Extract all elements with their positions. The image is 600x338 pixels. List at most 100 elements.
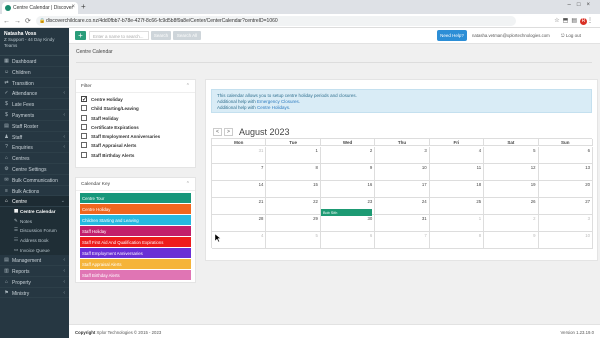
search-all-button[interactable]: Search All [173,31,201,40]
sidebar-item-staff-roster[interactable]: ▤ Staff Roster [0,121,69,132]
calendar-day-cell[interactable]: 7 [375,232,430,249]
new-tab-icon[interactable]: + [81,2,86,11]
collapse-icon[interactable]: ⌃ [186,83,190,89]
sidebar-item-property[interactable]: ⌂ Property ‹ [0,277,69,288]
calendar-day-cell[interactable]: 10 [375,164,430,181]
emergency-closures-link[interactable]: Emergency Closures [257,99,299,104]
calendar-day-cell[interactable]: 19 [484,181,539,198]
sidebar-item-bulk-actions[interactable]: ≡ Bulk Actions [0,186,69,197]
calendar-day-cell[interactable]: 16 [320,181,376,198]
sidebar-item-children[interactable]: ☺ Children [0,67,69,78]
filter-checkbox[interactable] [81,133,87,140]
filter-item[interactable]: Centre Holiday [76,95,195,104]
sidebar-item-transition[interactable]: ⇄ Transition [0,78,69,89]
calendar-day-cell[interactable]: 17 [375,181,430,198]
calendar-day-cell[interactable]: 5 [484,147,539,164]
prev-month-button[interactable]: < [213,128,222,136]
calendar-day-cell[interactable]: 29 [266,215,321,232]
calendar-day-cell[interactable]: 15 [266,181,321,198]
calendar-day-cell[interactable]: 31 [212,147,267,164]
sidebar-item-invoice-queue[interactable]: ▭ Invoice Queue [0,245,69,256]
calendar-day-cell[interactable]: 22 [266,198,321,215]
calendar-day-cell[interactable]: 20 [538,181,593,198]
filter-item[interactable]: Staff Appraisal Alerts [76,141,195,150]
sidebar-item-centre-settings[interactable]: ⚙ Centre Settings [0,164,69,175]
calendar-day-cell[interactable]: 6 [320,232,376,249]
sidebar-user[interactable]: Natasha Voss Z Support - 44 Day Kindy Te… [0,28,69,56]
filter-item[interactable]: Staff Birthday Alerts [76,151,195,160]
calendar-day-cell[interactable]: 18 [429,181,485,198]
calendar-day-cell[interactable]: 11 [429,164,485,181]
filter-checkbox[interactable] [81,151,87,158]
browser-tab[interactable]: Centre Calendar | Discover × [2,2,78,14]
calendar-day-cell[interactable]: 25 [429,198,485,215]
sidebar-item-ministry[interactable]: ⚑ Ministry ‹ [0,288,69,299]
calendar-day-cell[interactable]: 14 [212,181,267,198]
search-button[interactable]: Search [151,31,171,40]
calendar-day-cell[interactable]: 26 [484,198,539,215]
sidebar-item-centre[interactable]: ⌂ Centre ⌄ [0,196,69,208]
calendar-day-cell[interactable]: 13 [538,164,593,181]
calendar-day-cell[interactable]: 12 [484,164,539,181]
sidebar-item-discussion-forum[interactable]: ☰ Discussion Forum [0,226,69,236]
sidebar-item-dashboard[interactable]: ▦ Dashboard [0,56,69,67]
calendar-day-cell[interactable]: 1 [429,215,485,232]
calendar-day-cell[interactable]: 9 [484,232,539,249]
search-input[interactable]: Enter a name to search... [89,31,149,40]
filter-item[interactable]: Child Starting/Leaving [76,104,195,113]
calendar-day-cell[interactable]: 24 [375,198,430,215]
filter-checkbox[interactable] [81,105,87,112]
sidebar-item-centre-calendar[interactable]: ▦ Centre Calendar [0,207,69,217]
centre-holidays-link[interactable]: Centre Holidays [257,105,289,110]
sidebar-item-centres[interactable]: ⌂ Centres [0,153,69,164]
collapse-icon[interactable]: ⌃ [186,181,190,187]
filter-item[interactable]: Certificate Expirations [76,123,195,132]
sidebar-item-reports[interactable]: ▥ Reports ‹ [0,266,69,277]
close-tab-icon[interactable]: × [71,4,75,10]
calendar-day-cell[interactable]: 4 [429,147,485,164]
calendar-key-header[interactable]: Calendar Key ⌃ [76,178,195,191]
sidebar-item-management[interactable]: ▤ Management ‹ [0,255,69,266]
need-help-button[interactable]: Need Help? [437,30,467,41]
calendar-day-cell[interactable]: 30 [320,215,376,232]
filter-item[interactable]: Staff Holiday [76,114,195,123]
sidebar-item-enquiries[interactable]: ? Enquiries ‹ [0,142,69,154]
sidebar-item-address-book[interactable]: ☷ Address Book [0,235,69,246]
sidebar-item-attendance[interactable]: ✓ Attendance ‹ [0,88,69,100]
calendar-day-cell[interactable]: 3 [375,147,430,164]
browser-nav-icons[interactable]: ←→⟳ [3,17,35,25]
url-field[interactable]: 🔒 discoverchildcare.co.nz/4dd0fbb7-b78e-… [36,16,516,26]
logout-link[interactable]: ⎋ Log out [561,33,581,38]
filter-checkbox[interactable] [81,123,87,130]
calendar-day-cell[interactable]: 7 [212,164,267,181]
sidebar-item-late-fees[interactable]: $ Late Fees [0,99,69,110]
calendar-day-cell[interactable]: 27 [538,198,593,215]
filter-checkbox[interactable] [81,142,87,149]
calendar-day-cell[interactable]: 8 [429,232,485,249]
calendar-day-cell[interactable]: 21 [212,198,267,215]
calendar-day-cell[interactable]: 9 [320,164,376,181]
calendar-day-cell[interactable]: 8 [266,164,321,181]
sidebar-item-payments[interactable]: $ Payments ‹ [0,110,69,121]
sidebar-item-staff[interactable]: ♟ Staff ‹ [0,132,69,143]
filter-header[interactable]: Filter ⌃ [76,80,195,93]
calendar-day-cell[interactable]: 1 [266,147,321,164]
calendar-day-cell[interactable]: 31 [375,215,430,232]
filter-checkbox[interactable] [81,96,87,103]
browser-extension-icons[interactable]: ☆⬒▤ R ⋮ [554,17,596,25]
calendar-day-cell[interactable]: 2 [484,215,539,232]
calendar-day-cell[interactable]: 5 [266,232,321,249]
sidebar-item-bulk-communication[interactable]: ✉ Bulk Communication [0,175,69,186]
calendar-event[interactable]: Bob Sith [321,209,372,216]
calendar-day-cell[interactable]: 3 [538,215,593,232]
next-month-button[interactable]: > [224,128,233,136]
profile-avatar[interactable]: R [580,18,587,25]
sidebar-item-notes[interactable]: ✎ Notes [0,216,69,227]
calendar-day-cell[interactable]: 2 [320,147,376,164]
add-button[interactable]: + [75,31,86,40]
window-controls[interactable]: –□× [568,2,596,8]
calendar-day-cell[interactable]: 28 [212,215,267,232]
filter-item[interactable]: Staff Employment Anniversaries [76,132,195,141]
calendar-day-cell[interactable]: 6 [538,147,593,164]
calendar-day-cell[interactable]: 10 [538,232,593,249]
